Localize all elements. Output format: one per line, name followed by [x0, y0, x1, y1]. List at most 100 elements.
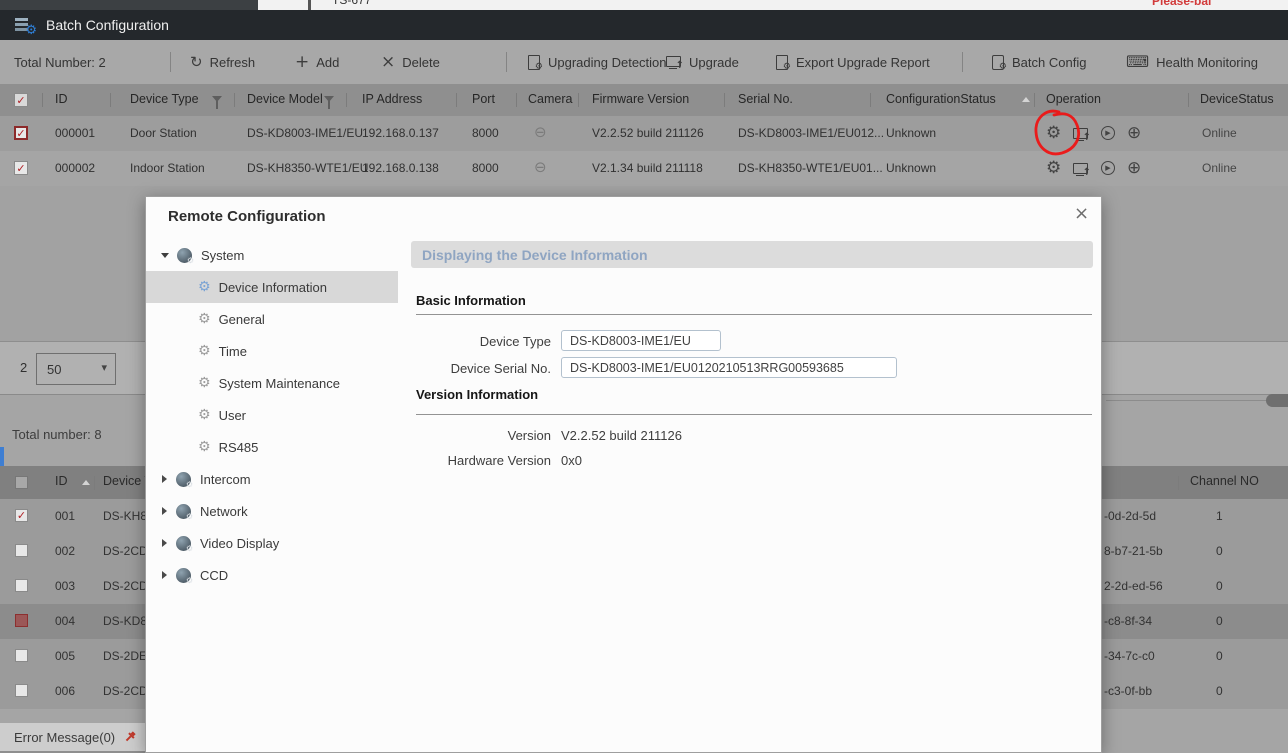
monitor-upgrade-icon: ↑	[666, 55, 682, 69]
tree-group-video-display[interactable]: ⚙ Video Display	[146, 527, 398, 559]
cell-port: 8000	[472, 126, 499, 140]
column-header-channel-no[interactable]: Channel NO	[1190, 474, 1259, 488]
version-label: Version	[401, 428, 551, 443]
mini-gear-icon: ⚙	[186, 481, 193, 489]
cell-device-model: DS-2DE	[103, 649, 147, 663]
column-header-configuration-status[interactable]: ConfigurationStatus	[886, 92, 996, 106]
column-separator	[578, 93, 579, 107]
tree-group-ccd[interactable]: ⚙ CCD	[146, 559, 398, 591]
cell-channel-no: 0	[1216, 649, 1223, 663]
mini-gear-icon: ⚙	[186, 577, 193, 585]
close-icon[interactable]: ×	[1074, 205, 1089, 223]
web-browse-globe-icon[interactable]: ⊕	[1127, 160, 1141, 177]
cell-id: 000002	[55, 161, 95, 175]
tree-item-label: System Maintenance	[219, 376, 340, 391]
cell-serial: DS-KD8003-IME1/EU012...	[738, 126, 884, 140]
upgrade-button[interactable]: ↑ Upgrade	[666, 40, 739, 84]
row-checkbox[interactable]	[15, 579, 28, 592]
expand-triangle-icon[interactable]	[162, 539, 167, 547]
row-checkbox[interactable]	[15, 684, 28, 697]
upgrading-detection-button[interactable]: ⚙ Upgrading Detection	[528, 40, 667, 84]
column-header-camera[interactable]: Camera	[528, 92, 572, 106]
tree-group-intercom[interactable]: ⚙ Intercom	[146, 463, 398, 495]
column-header-ip[interactable]: IP Address	[362, 92, 422, 106]
panel-header-bar: Displaying the Device Information	[411, 241, 1093, 268]
select-all-checkbox[interactable]	[15, 476, 28, 489]
column-header-device-model[interactable]: Device Model	[247, 92, 323, 106]
server-stack-icon	[15, 18, 28, 21]
column-header-firmware[interactable]: Firmware Version	[592, 92, 689, 106]
filter-funnel-icon[interactable]	[212, 96, 222, 102]
section-divider	[416, 414, 1092, 415]
row-checkbox[interactable]	[15, 649, 28, 662]
add-button[interactable]: + Add	[295, 40, 339, 84]
cell-id: 004	[55, 614, 75, 628]
select-all-checkbox[interactable]: ✓	[14, 93, 28, 107]
batch-configuration-screen: TS-677 Please-bal ⚙ Batch Configuration …	[0, 0, 1288, 753]
device-type-value: DS-KD8003-IME1/EU	[570, 334, 691, 348]
gear-icon: ⚙	[198, 408, 211, 422]
cell-mac-fragment: -c3-0f-bb	[1104, 684, 1152, 698]
cross-icon: ×	[381, 54, 395, 71]
cell-mac-fragment: -0d-2d-5d	[1104, 509, 1156, 523]
row-checkbox[interactable]: ✓	[15, 509, 28, 522]
collapse-triangle-icon[interactable]	[161, 253, 169, 258]
column-header-device-type[interactable]: Device Type	[130, 92, 199, 106]
remote-control-play-icon[interactable]: ▶	[1101, 126, 1115, 140]
device-serial-field[interactable]: DS-KD8003-IME1/EU0120210513RRG00593685	[561, 357, 897, 378]
column-header-id[interactable]: ID	[55, 92, 68, 106]
row-checkbox[interactable]: ✓	[14, 161, 28, 175]
tree-item-general[interactable]: ⚙ General	[146, 303, 398, 335]
refresh-button[interactable]: ↻ Refresh	[190, 40, 255, 84]
title-bar: ⚙ Batch Configuration	[0, 10, 1288, 40]
clipped-red-text-fragment: Please-bal	[1152, 0, 1211, 8]
expand-triangle-icon[interactable]	[162, 507, 167, 515]
delete-button[interactable]: × Delete	[381, 40, 440, 84]
table-row[interactable]: ✓ 000002 Indoor Station DS-KH8350-WTE1/E…	[0, 151, 1288, 186]
filter-funnel-icon[interactable]	[324, 96, 334, 102]
device-type-field[interactable]: DS-KD8003-IME1/EU	[561, 330, 721, 351]
column-header-device-status[interactable]: DeviceStatus	[1200, 92, 1274, 106]
export-upgrade-report-button[interactable]: ⚙ Export Upgrade Report	[776, 40, 930, 84]
tree-item-label: General	[219, 312, 265, 327]
table-row[interactable]: ✓ 000001 Door Station DS-KD8003-IME1/EU …	[0, 116, 1288, 151]
check-icon: ✓	[16, 128, 25, 139]
scrollbar-thumb[interactable]	[1266, 394, 1288, 407]
mini-gear-icon: ⚙	[535, 63, 543, 72]
tree-item-device-information[interactable]: ⚙ Device Information	[146, 271, 398, 303]
column-separator	[234, 93, 235, 107]
column-separator	[456, 93, 457, 107]
remote-control-play-icon[interactable]: ▶	[1101, 161, 1115, 175]
pin-icon[interactable]	[123, 730, 137, 744]
column-header-id[interactable]: ID	[55, 474, 68, 488]
page-number: 2	[20, 360, 27, 375]
refresh-icon: ↻	[190, 55, 203, 70]
expand-triangle-icon[interactable]	[162, 475, 167, 483]
column-header-port[interactable]: Port	[472, 92, 495, 106]
sort-ascending-icon	[82, 480, 90, 485]
device-table-header: ✓ ID Device Type Device Model IP Address…	[0, 84, 1288, 116]
tree-item-system-maintenance[interactable]: ⚙ System Maintenance	[146, 367, 398, 399]
page-size-dropdown[interactable]: 50 ▾	[36, 353, 116, 385]
expand-triangle-icon[interactable]	[162, 571, 167, 579]
web-browse-globe-icon[interactable]: ⊕	[1127, 125, 1141, 142]
health-monitoring-button[interactable]: ⌨ Health Monitoring	[1126, 40, 1258, 84]
batch-config-button[interactable]: ⚙ Batch Config	[992, 40, 1086, 84]
gear-icon: ⚙	[198, 312, 211, 326]
tree-group-network[interactable]: ⚙ Network	[146, 495, 398, 527]
toolbar-separator	[170, 52, 171, 72]
category-globe-icon: ⚙	[177, 248, 192, 263]
plus-icon: +	[295, 54, 309, 71]
tree-group-label: Network	[200, 504, 248, 519]
tree-group-system[interactable]: ⚙ System	[146, 239, 398, 271]
tree-item-rs485[interactable]: ⚙ RS485	[146, 431, 398, 463]
row-checkbox[interactable]: ✓	[14, 126, 28, 140]
tree-item-user[interactable]: ⚙ User	[146, 399, 398, 431]
tree-group-label: System	[201, 248, 244, 263]
tree-item-time[interactable]: ⚙ Time	[146, 335, 398, 367]
row-checkbox[interactable]	[15, 614, 28, 627]
error-message-bar[interactable]: Error Message(0)	[0, 723, 147, 753]
row-checkbox[interactable]	[15, 544, 28, 557]
column-header-serial[interactable]: Serial No.	[738, 92, 793, 106]
cell-channel-no: 0	[1216, 544, 1223, 558]
